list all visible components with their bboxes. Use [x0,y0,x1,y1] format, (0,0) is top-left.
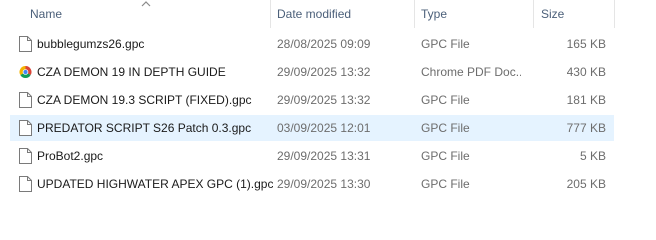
file-size: 777 KB [566,121,606,135]
file-row[interactable]: CZA DEMON 19 IN DEPTH GUIDE 29/09/2025 13… [10,59,614,85]
file-date-modified: 28/08/2025 09:09 [277,37,371,51]
column-divider[interactable] [414,0,415,28]
file-size: 205 KB [566,177,606,191]
file-date-modified: 03/09/2025 12:01 [277,121,371,135]
column-divider[interactable] [270,0,271,28]
file-type: GPC File [421,93,470,107]
column-header-size[interactable]: Size [541,0,564,28]
file-name: bubblegumzs26.gpc [37,37,145,51]
file-size: 181 KB [566,93,606,107]
file-date-modified: 29/09/2025 13:30 [277,177,371,191]
file-type: GPC File [421,177,470,191]
file-row[interactable]: CZA DEMON 19.3 SCRIPT (FIXED).gpc 29/09/2… [10,87,614,113]
file-size: 430 KB [566,65,606,79]
file-date-modified: 29/09/2025 13:32 [277,93,371,107]
file-name: UPDATED HIGHWATER APEX GPC (1).gpc [37,177,274,191]
column-header-type[interactable]: Type [421,0,447,28]
document-icon [19,120,32,136]
document-icon [19,36,32,52]
column-header-bar: Name Date modified Type Size [0,0,656,28]
file-date-modified: 29/09/2025 13:31 [277,149,371,163]
column-divider[interactable] [533,0,534,28]
file-row[interactable]: PREDATOR SCRIPT S26 Patch 0.3.gpc 03/09/2… [10,115,614,141]
column-header-date-modified[interactable]: Date modified [277,0,351,28]
file-name: CZA DEMON 19.3 SCRIPT (FIXED).gpc [37,93,252,107]
chrome-pdf-icon [19,64,32,80]
file-size: 165 KB [566,37,606,51]
column-header-name[interactable]: Name [30,0,62,28]
file-type: GPC File [421,37,470,51]
file-type: Chrome PDF Doc... [421,65,521,79]
sort-ascending-icon [141,1,151,7]
document-icon [19,148,32,164]
document-icon [19,176,32,192]
document-icon [19,92,32,108]
file-name: CZA DEMON 19 IN DEPTH GUIDE [37,65,226,79]
file-name: PREDATOR SCRIPT S26 Patch 0.3.gpc [37,121,252,135]
file-type: GPC File [421,121,470,135]
file-size: 5 KB [579,149,606,163]
file-date-modified: 29/09/2025 13:32 [277,65,371,79]
file-row[interactable]: bubblegumzs26.gpc 28/08/2025 09:09 GPC Fil… [10,31,614,57]
column-divider[interactable] [614,0,615,28]
file-type: GPC File [421,149,470,163]
file-row[interactable]: ProBot2.gpc 29/09/2025 13:31 GPC File 5 KB [10,143,614,169]
file-row[interactable]: UPDATED HIGHWATER APEX GPC (1).gpc 29/09/… [10,171,614,197]
file-name: ProBot2.gpc [37,149,104,163]
